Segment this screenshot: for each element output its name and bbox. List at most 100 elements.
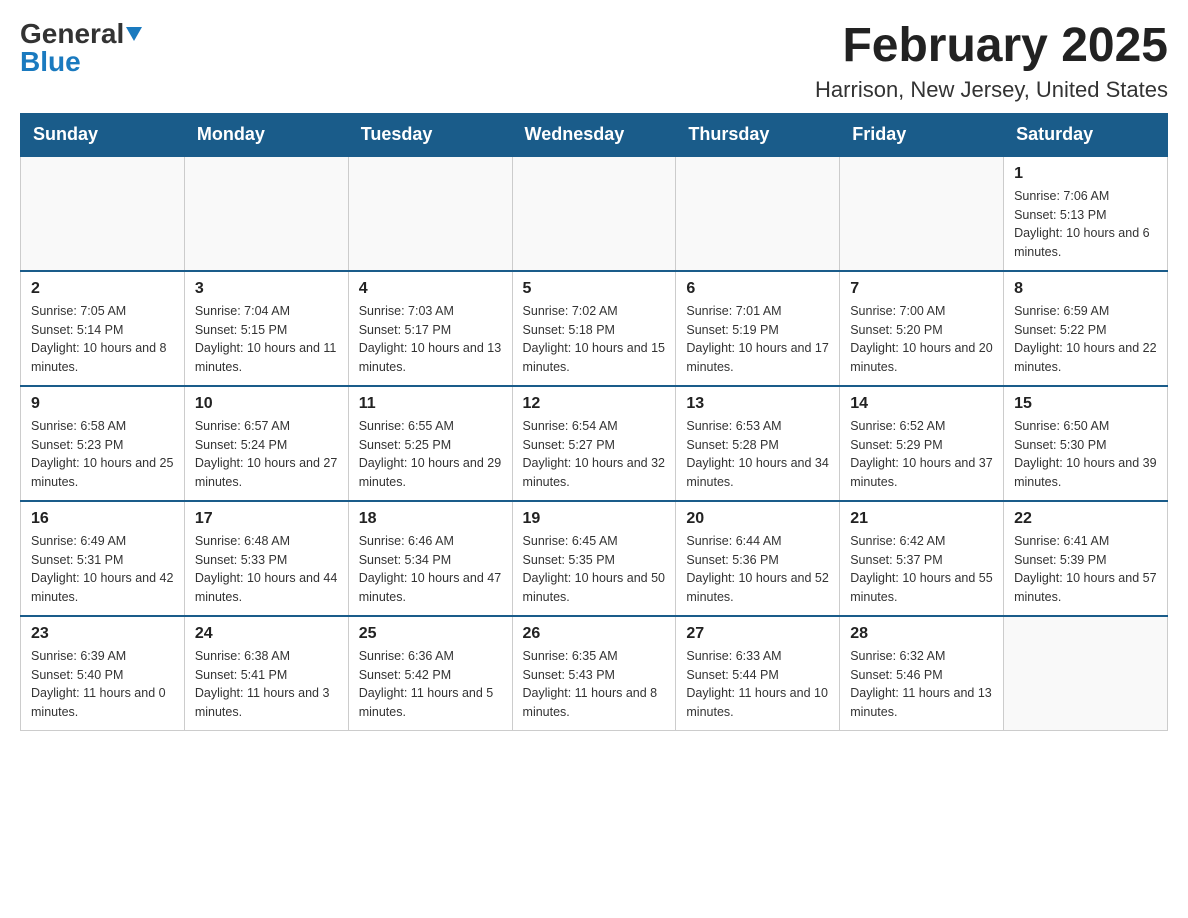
day-info: Sunrise: 7:01 AMSunset: 5:19 PMDaylight:…: [686, 302, 829, 377]
calendar-body: 1 Sunrise: 7:06 AMSunset: 5:13 PMDaylight…: [21, 156, 1168, 731]
logo: General Blue: [20, 20, 142, 76]
weekday-header-tuesday: Tuesday: [348, 113, 512, 156]
day-info: Sunrise: 6:50 AMSunset: 5:30 PMDaylight:…: [1014, 417, 1157, 492]
calendar-week-row: 2 Sunrise: 7:05 AMSunset: 5:14 PMDaylight…: [21, 271, 1168, 386]
day-info: Sunrise: 6:38 AMSunset: 5:41 PMDaylight:…: [195, 647, 338, 722]
day-info: Sunrise: 7:05 AMSunset: 5:14 PMDaylight:…: [31, 302, 174, 377]
calendar-cell: 2 Sunrise: 7:05 AMSunset: 5:14 PMDaylight…: [21, 271, 185, 386]
weekday-header-wednesday: Wednesday: [512, 113, 676, 156]
day-info: Sunrise: 6:35 AMSunset: 5:43 PMDaylight:…: [523, 647, 666, 722]
calendar-cell: 16 Sunrise: 6:49 AMSunset: 5:31 PMDayligh…: [21, 501, 185, 616]
title-block: February 2025 Harrison, New Jersey, Unit…: [815, 20, 1168, 103]
day-number: 11: [359, 395, 502, 413]
calendar-cell: 18 Sunrise: 6:46 AMSunset: 5:34 PMDayligh…: [348, 501, 512, 616]
calendar-cell: [348, 156, 512, 271]
calendar-cell: 19Sunrise: 6:45 AMSunset: 5:35 PMDayligh…: [512, 501, 676, 616]
calendar-cell: [676, 156, 840, 271]
day-number: 12: [523, 395, 666, 413]
day-info: Sunrise: 6:46 AMSunset: 5:34 PMDaylight:…: [359, 532, 502, 607]
day-info: Sunrise: 7:06 AMSunset: 5:13 PMDaylight:…: [1014, 187, 1157, 262]
weekday-header-sunday: Sunday: [21, 113, 185, 156]
day-number: 9: [31, 395, 174, 413]
day-info: Sunrise: 6:41 AMSunset: 5:39 PMDaylight:…: [1014, 532, 1157, 607]
calendar-cell: 13Sunrise: 6:53 AMSunset: 5:28 PMDayligh…: [676, 386, 840, 501]
day-number: 27: [686, 625, 829, 643]
calendar-cell: 26 Sunrise: 6:35 AMSunset: 5:43 PMDayligh…: [512, 616, 676, 731]
calendar-week-row: 16 Sunrise: 6:49 AMSunset: 5:31 PMDayligh…: [21, 501, 1168, 616]
calendar-cell: 28Sunrise: 6:32 AMSunset: 5:46 PMDayligh…: [840, 616, 1004, 731]
day-number: 3: [195, 280, 338, 298]
day-number: 23: [31, 625, 174, 643]
day-info: Sunrise: 7:02 AMSunset: 5:18 PMDaylight:…: [523, 302, 666, 377]
day-number: 1: [1014, 165, 1157, 183]
day-info: Sunrise: 6:57 AMSunset: 5:24 PMDaylight:…: [195, 417, 338, 492]
calendar-cell: 1 Sunrise: 7:06 AMSunset: 5:13 PMDaylight…: [1004, 156, 1168, 271]
calendar-week-row: 23 Sunrise: 6:39 AMSunset: 5:40 PMDayligh…: [21, 616, 1168, 731]
calendar-cell: 7 Sunrise: 7:00 AMSunset: 5:20 PMDaylight…: [840, 271, 1004, 386]
calendar-cell: 17 Sunrise: 6:48 AMSunset: 5:33 PMDayligh…: [184, 501, 348, 616]
weekday-header-saturday: Saturday: [1004, 113, 1168, 156]
calendar-week-row: 1 Sunrise: 7:06 AMSunset: 5:13 PMDaylight…: [21, 156, 1168, 271]
calendar-cell: 12 Sunrise: 6:54 AMSunset: 5:27 PMDayligh…: [512, 386, 676, 501]
calendar-cell: 8Sunrise: 6:59 AMSunset: 5:22 PMDaylight…: [1004, 271, 1168, 386]
day-info: Sunrise: 6:52 AMSunset: 5:29 PMDaylight:…: [850, 417, 993, 492]
day-info: Sunrise: 6:54 AMSunset: 5:27 PMDaylight:…: [523, 417, 666, 492]
day-number: 21: [850, 510, 993, 528]
weekday-header-thursday: Thursday: [676, 113, 840, 156]
page-title: February 2025: [815, 20, 1168, 73]
day-info: Sunrise: 6:44 AMSunset: 5:36 PMDaylight:…: [686, 532, 829, 607]
calendar-cell: 27Sunrise: 6:33 AMSunset: 5:44 PMDayligh…: [676, 616, 840, 731]
day-number: 19: [523, 510, 666, 528]
day-info: Sunrise: 6:42 AMSunset: 5:37 PMDaylight:…: [850, 532, 993, 607]
day-number: 14: [850, 395, 993, 413]
calendar-cell: 20 Sunrise: 6:44 AMSunset: 5:36 PMDayligh…: [676, 501, 840, 616]
calendar-cell: 5 Sunrise: 7:02 AMSunset: 5:18 PMDaylight…: [512, 271, 676, 386]
calendar-cell: 6 Sunrise: 7:01 AMSunset: 5:19 PMDaylight…: [676, 271, 840, 386]
day-number: 7: [850, 280, 993, 298]
calendar-cell: 3 Sunrise: 7:04 AMSunset: 5:15 PMDaylight…: [184, 271, 348, 386]
day-number: 2: [31, 280, 174, 298]
logo-blue-text: Blue: [20, 46, 81, 77]
calendar-cell: [1004, 616, 1168, 731]
day-number: 26: [523, 625, 666, 643]
day-number: 6: [686, 280, 829, 298]
calendar-cell: 10 Sunrise: 6:57 AMSunset: 5:24 PMDayligh…: [184, 386, 348, 501]
day-info: Sunrise: 6:55 AMSunset: 5:25 PMDaylight:…: [359, 417, 502, 492]
day-number: 18: [359, 510, 502, 528]
day-info: Sunrise: 6:49 AMSunset: 5:31 PMDaylight:…: [31, 532, 174, 607]
calendar-cell: 23 Sunrise: 6:39 AMSunset: 5:40 PMDayligh…: [21, 616, 185, 731]
day-info: Sunrise: 6:59 AMSunset: 5:22 PMDaylight:…: [1014, 302, 1157, 377]
calendar-table: SundayMondayTuesdayWednesdayThursdayFrid…: [20, 113, 1168, 731]
logo-triangle-icon: [126, 27, 142, 41]
calendar-cell: [512, 156, 676, 271]
calendar-cell: [840, 156, 1004, 271]
calendar-cell: 9 Sunrise: 6:58 AMSunset: 5:23 PMDaylight…: [21, 386, 185, 501]
calendar-cell: 21 Sunrise: 6:42 AMSunset: 5:37 PMDayligh…: [840, 501, 1004, 616]
calendar-cell: 11 Sunrise: 6:55 AMSunset: 5:25 PMDayligh…: [348, 386, 512, 501]
day-info: Sunrise: 6:48 AMSunset: 5:33 PMDaylight:…: [195, 532, 338, 607]
calendar-cell: 22 Sunrise: 6:41 AMSunset: 5:39 PMDayligh…: [1004, 501, 1168, 616]
day-number: 10: [195, 395, 338, 413]
weekday-header-row: SundayMondayTuesdayWednesdayThursdayFrid…: [21, 113, 1168, 156]
calendar-cell: 24Sunrise: 6:38 AMSunset: 5:41 PMDayligh…: [184, 616, 348, 731]
calendar-cell: 25 Sunrise: 6:36 AMSunset: 5:42 PMDayligh…: [348, 616, 512, 731]
weekday-header-monday: Monday: [184, 113, 348, 156]
day-number: 28: [850, 625, 993, 643]
day-info: Sunrise: 6:58 AMSunset: 5:23 PMDaylight:…: [31, 417, 174, 492]
day-info: Sunrise: 6:36 AMSunset: 5:42 PMDaylight:…: [359, 647, 502, 722]
calendar-cell: [21, 156, 185, 271]
day-number: 15: [1014, 395, 1157, 413]
calendar-cell: 14 Sunrise: 6:52 AMSunset: 5:29 PMDayligh…: [840, 386, 1004, 501]
day-number: 16: [31, 510, 174, 528]
day-number: 5: [523, 280, 666, 298]
day-info: Sunrise: 7:00 AMSunset: 5:20 PMDaylight:…: [850, 302, 993, 377]
day-info: Sunrise: 6:39 AMSunset: 5:40 PMDaylight:…: [31, 647, 174, 722]
day-number: 22: [1014, 510, 1157, 528]
day-number: 25: [359, 625, 502, 643]
day-info: Sunrise: 7:04 AMSunset: 5:15 PMDaylight:…: [195, 302, 338, 377]
day-number: 17: [195, 510, 338, 528]
day-number: 20: [686, 510, 829, 528]
weekday-header-friday: Friday: [840, 113, 1004, 156]
page-header: General Blue February 2025 Harrison, New…: [20, 20, 1168, 103]
calendar-cell: 4Sunrise: 7:03 AMSunset: 5:17 PMDaylight…: [348, 271, 512, 386]
